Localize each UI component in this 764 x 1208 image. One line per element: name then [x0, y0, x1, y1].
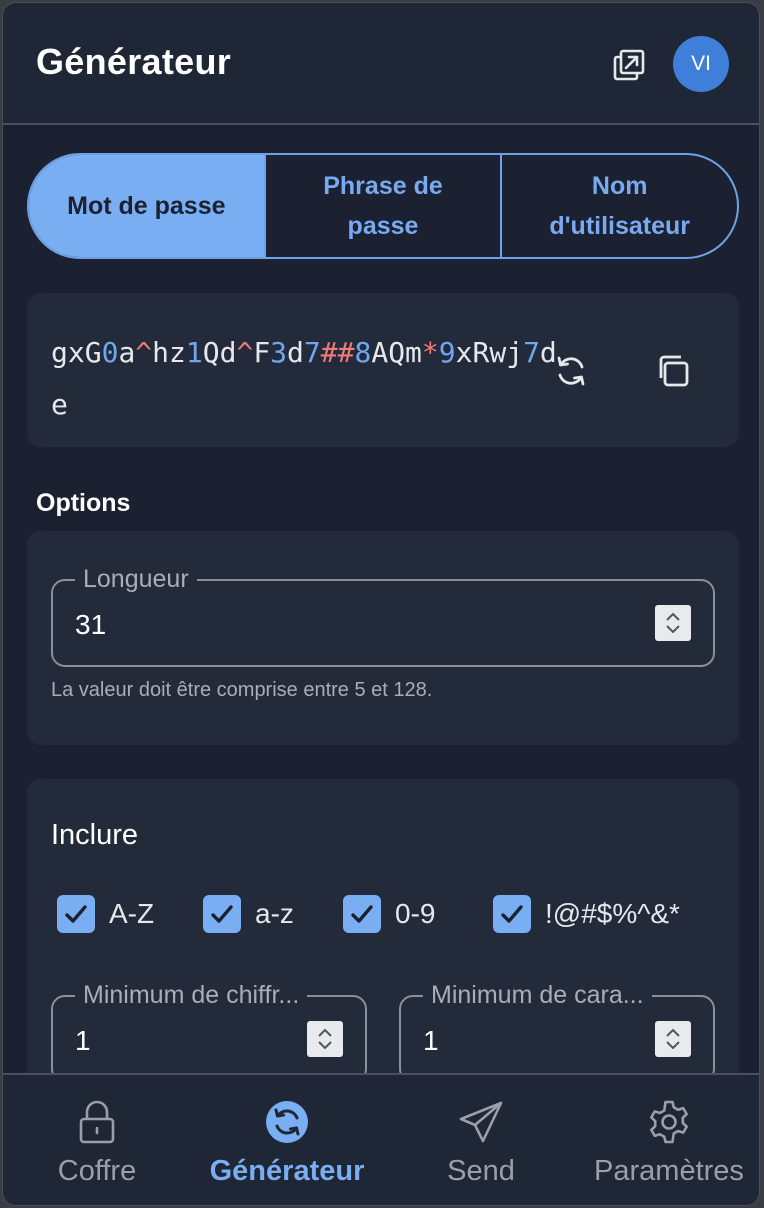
generated-password: gxG0a^hz1Qd^F3d7##8AQm*9xRwj7de: [51, 336, 557, 421]
min-special-field[interactable]: Minimum de cara... 1: [399, 980, 715, 1083]
min-special-input[interactable]: 1: [423, 1025, 439, 1057]
lock-icon: [79, 1100, 115, 1144]
options-title: Options: [36, 489, 131, 517]
lowercase-checkbox[interactable]: a-z: [203, 895, 294, 933]
nav-vault-label: Coffre: [57, 1155, 137, 1187]
generator-window: Générateur VI Mot de passe Phrase de pas…: [2, 2, 760, 1206]
include-card: Inclure A-Z a-z 0-9 !@#$%^&* Minimum de …: [27, 779, 739, 1099]
check-icon: [211, 905, 233, 923]
check-icon: [351, 905, 373, 923]
copy-button[interactable]: [651, 349, 695, 393]
lowercase-label: a-z: [255, 898, 294, 929]
checkbox-box: [203, 895, 241, 933]
generator-type-tabs: Mot de passe Phrase de passe Nom d'utili…: [27, 153, 739, 259]
copy-icon: [659, 355, 689, 387]
popout-icon: [613, 49, 645, 81]
chevron-down-icon: [666, 625, 680, 634]
length-field[interactable]: Longueur 31: [51, 564, 715, 667]
popout-button[interactable]: [609, 45, 649, 85]
min-numbers-stepper[interactable]: [307, 1021, 343, 1057]
uppercase-label: A-Z: [109, 898, 155, 929]
chevron-up-icon: [666, 1028, 680, 1037]
tab-password[interactable]: Mot de passe: [29, 155, 264, 257]
chevron-up-icon: [666, 612, 680, 621]
nav-generator-label: Générateur: [209, 1155, 365, 1187]
min-numbers-label: Minimum de chiffr...: [75, 980, 308, 1010]
generator-icon: [266, 1101, 308, 1143]
chevron-down-icon: [666, 1041, 680, 1050]
length-label: Longueur: [75, 564, 197, 594]
nav-vault[interactable]: Coffre: [47, 1075, 147, 1205]
header: Générateur VI: [3, 3, 759, 125]
length-stepper[interactable]: [655, 605, 691, 641]
nav-settings-label: Paramètres: [594, 1155, 744, 1187]
special-checkbox[interactable]: !@#$%^&*: [493, 895, 680, 933]
tab-username[interactable]: Nom d'utilisateur: [500, 155, 737, 257]
min-numbers-input[interactable]: 1: [75, 1025, 91, 1057]
checkbox-box: [343, 895, 381, 933]
gear-icon: [650, 1100, 688, 1144]
min-special-label: Minimum de cara...: [423, 980, 652, 1010]
chevron-up-icon: [318, 1028, 332, 1037]
length-card: Longueur 31 La valeur doit être comprise…: [27, 531, 739, 745]
min-numbers-field[interactable]: Minimum de chiffr... 1: [51, 980, 367, 1083]
include-title: Inclure: [51, 819, 139, 851]
tab-passphrase[interactable]: Phrase de passe: [263, 155, 501, 257]
generated-password-card: gxG0a^hz1Qd^F3d7##8AQm*9xRwj7de: [27, 293, 739, 447]
check-icon: [65, 905, 87, 923]
page-title: Générateur: [36, 41, 232, 82]
checkbox-box: [493, 895, 531, 933]
send-icon: [459, 1101, 503, 1143]
nav-settings[interactable]: Paramètres: [577, 1075, 759, 1205]
avatar[interactable]: VI: [673, 36, 729, 92]
nav-send[interactable]: Send: [431, 1075, 531, 1205]
tab-passphrase-label: Phrase de passe: [323, 172, 443, 240]
bottom-nav: Coffre Générateur Send Paramètres: [3, 1073, 759, 1205]
numbers-checkbox[interactable]: 0-9: [343, 895, 435, 933]
nav-send-label: Send: [447, 1155, 515, 1187]
numbers-label: 0-9: [395, 898, 436, 929]
refresh-icon: [557, 356, 585, 386]
tab-password-label: Mot de passe: [67, 192, 226, 220]
special-label: !@#$%^&*: [545, 898, 680, 929]
tab-username-label: Nom d'utilisateur: [549, 172, 691, 240]
nav-generator[interactable]: Générateur: [195, 1075, 379, 1205]
regenerate-button[interactable]: [549, 349, 593, 393]
chevron-down-icon: [318, 1041, 332, 1050]
checkbox-box: [57, 895, 95, 933]
length-input[interactable]: 31: [75, 609, 106, 641]
uppercase-checkbox[interactable]: A-Z: [57, 895, 154, 933]
length-hint: La valeur doit être comprise entre 5 et …: [51, 679, 433, 701]
min-special-stepper[interactable]: [655, 1021, 691, 1057]
check-icon: [501, 905, 523, 923]
